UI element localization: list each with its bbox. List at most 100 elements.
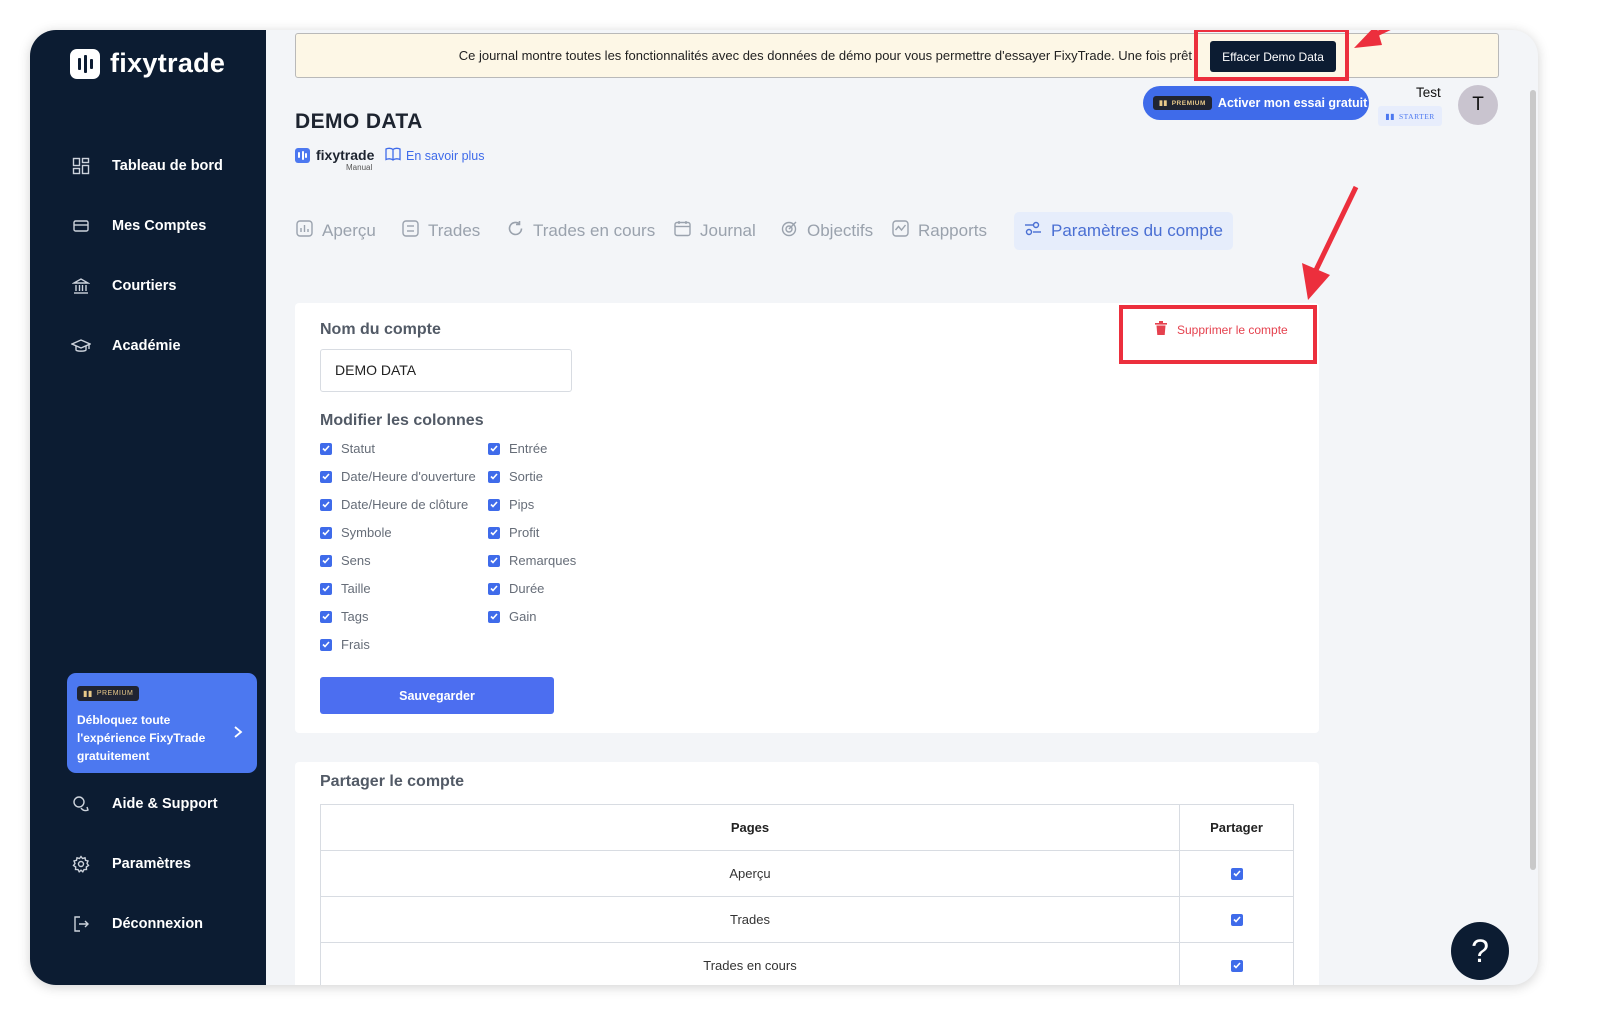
column-checkbox[interactable]: Statut bbox=[320, 441, 375, 456]
tab-account-settings[interactable]: Paramètres du compte bbox=[1014, 212, 1233, 250]
app-window: fixytrade Tableau de bord Mes Comptes Co… bbox=[30, 30, 1538, 985]
sidebar-item-label: Académie bbox=[112, 338, 181, 354]
premium-promo-card[interactable]: ▮▮ PREMIUM Débloquez toute l'expérience … bbox=[67, 673, 257, 773]
bank-icon bbox=[70, 275, 92, 297]
column-label: Statut bbox=[341, 441, 375, 456]
account-type-brand: fixytrade Manual bbox=[295, 147, 374, 172]
premium-badge-icon: ▮▮ bbox=[1159, 100, 1168, 107]
account-name-input[interactable]: DEMO DATA bbox=[320, 349, 572, 392]
tab-open-trades[interactable]: Trades en cours bbox=[507, 212, 655, 250]
fixytrade-logo-icon bbox=[295, 147, 310, 163]
checkbox-checked-icon bbox=[1230, 867, 1243, 880]
column-checkbox[interactable]: Entrée bbox=[488, 441, 547, 456]
sidebar-item-logout[interactable]: Déconnexion bbox=[70, 913, 203, 935]
trial-button-label: Activer mon essai gratuit bbox=[1217, 96, 1368, 110]
list-icon bbox=[402, 220, 419, 242]
tab-trades[interactable]: Trades bbox=[402, 212, 480, 250]
column-label: Date/Heure de clôture bbox=[341, 497, 469, 512]
avatar[interactable]: T bbox=[1458, 85, 1498, 125]
annotation-arrow-icon bbox=[1302, 185, 1359, 300]
share-title: Partager le compte bbox=[320, 773, 465, 790]
column-label: Remarques bbox=[509, 553, 577, 568]
share-checkbox[interactable] bbox=[1180, 897, 1293, 942]
scrollbar[interactable] bbox=[1530, 90, 1536, 870]
starter-plan-badge: ▮▮ STARTER bbox=[1378, 106, 1442, 126]
gear-icon bbox=[70, 853, 92, 875]
column-checkbox[interactable]: Profit bbox=[488, 525, 539, 540]
premium-badge: ▮▮ PREMIUM bbox=[1153, 96, 1212, 110]
sidebar-item-label: Tableau de bord bbox=[112, 158, 223, 174]
sidebar-item-label: Aide & Support bbox=[112, 796, 218, 812]
checkbox-checked-icon bbox=[488, 442, 500, 455]
calendar-icon bbox=[674, 220, 691, 242]
column-checkbox[interactable]: Pips bbox=[488, 497, 534, 512]
sidebar-item-label: Mes Comptes bbox=[112, 218, 207, 234]
tab-label: Aperçu bbox=[322, 221, 376, 240]
logout-icon bbox=[70, 913, 92, 935]
checkbox-checked-icon bbox=[488, 498, 500, 511]
premium-badge-icon: ▮▮ bbox=[83, 689, 93, 698]
refresh-icon bbox=[507, 220, 524, 242]
column-checkbox[interactable]: Durée bbox=[488, 581, 544, 596]
target-icon bbox=[781, 220, 798, 242]
column-label: Gain bbox=[509, 609, 537, 624]
column-label: Sortie bbox=[509, 469, 543, 484]
brand-logo[interactable]: fixytrade bbox=[70, 48, 225, 79]
checkbox-checked-icon bbox=[320, 498, 332, 511]
column-checkbox[interactable]: Symbole bbox=[320, 525, 392, 540]
sidebar: fixytrade Tableau de bord Mes Comptes Co… bbox=[30, 30, 266, 985]
account-name-label: Nom du compte bbox=[320, 321, 441, 338]
column-checkbox[interactable]: Gain bbox=[488, 609, 536, 624]
user-name: Test bbox=[1416, 85, 1441, 100]
save-button[interactable]: Sauvegarder bbox=[320, 677, 554, 714]
column-header-pages: Pages bbox=[321, 805, 1180, 850]
column-label: Pips bbox=[509, 497, 535, 512]
tab-objectives[interactable]: Objectifs bbox=[781, 212, 873, 250]
main-content: Ce journal montre toutes les fonctionnal… bbox=[266, 30, 1538, 985]
checkbox-checked-icon bbox=[320, 526, 332, 539]
tab-overview[interactable]: Aperçu bbox=[296, 212, 376, 250]
graduation-cap-icon bbox=[70, 335, 92, 357]
premium-badge: ▮▮ PREMIUM bbox=[77, 686, 140, 701]
plan-badge-label: STARTER bbox=[1399, 111, 1435, 121]
column-label: Tags bbox=[341, 609, 369, 624]
sidebar-item-academy[interactable]: Académie bbox=[70, 335, 181, 357]
table-row: Trades bbox=[321, 897, 1293, 943]
column-checkbox[interactable]: Date/Heure d'ouverture bbox=[320, 469, 476, 484]
column-checkbox[interactable]: Sens bbox=[320, 553, 371, 568]
activate-trial-button[interactable]: ▮▮ PREMIUM Activer mon essai gratuit bbox=[1143, 86, 1369, 120]
column-checkbox[interactable]: Sortie bbox=[488, 469, 543, 484]
checkbox-checked-icon bbox=[488, 610, 500, 623]
share-checkbox[interactable] bbox=[1180, 943, 1293, 985]
column-checkbox[interactable]: Remarques bbox=[488, 553, 576, 568]
help-button[interactable]: ? bbox=[1451, 922, 1509, 980]
sidebar-item-dashboard[interactable]: Tableau de bord bbox=[70, 155, 223, 177]
column-checkbox[interactable]: Tags bbox=[320, 609, 368, 624]
highlight-box-delete-account bbox=[1119, 305, 1317, 364]
sidebar-item-support[interactable]: Aide & Support bbox=[70, 793, 218, 815]
column-label: Entrée bbox=[509, 441, 548, 456]
tab-reports[interactable]: Rapports bbox=[892, 212, 987, 250]
tab-journal[interactable]: Journal bbox=[674, 212, 756, 250]
premium-badge-label: PREMIUM bbox=[96, 690, 134, 697]
dashboard-icon bbox=[70, 155, 92, 177]
share-table: Pages Partager Aperçu Trades Trades en c… bbox=[320, 804, 1294, 985]
column-checkbox[interactable]: Date/Heure de clôture bbox=[320, 497, 468, 512]
learn-more-link[interactable]: En savoir plus bbox=[385, 147, 485, 164]
sidebar-item-label: Paramètres bbox=[112, 856, 191, 872]
brand-name: fixytrade bbox=[110, 48, 226, 78]
page-cell: Trades bbox=[321, 897, 1180, 942]
share-checkbox[interactable] bbox=[1180, 851, 1293, 896]
checkbox-checked-icon bbox=[488, 470, 500, 483]
book-icon bbox=[385, 147, 401, 164]
checkbox-checked-icon bbox=[488, 582, 500, 595]
sidebar-item-settings[interactable]: Paramètres bbox=[70, 853, 191, 875]
fixytrade-mini-icon: ▮▮ bbox=[1385, 111, 1395, 121]
sidebar-item-accounts[interactable]: Mes Comptes bbox=[70, 215, 206, 237]
sidebar-item-brokers[interactable]: Courtiers bbox=[70, 275, 176, 297]
column-checkbox[interactable]: Frais bbox=[320, 637, 370, 652]
premium-badge-label: PREMIUM bbox=[1171, 99, 1206, 107]
account-type-label: Manual bbox=[346, 163, 373, 172]
column-checkbox[interactable]: Taille bbox=[320, 581, 371, 596]
checkbox-checked-icon bbox=[1230, 959, 1243, 972]
